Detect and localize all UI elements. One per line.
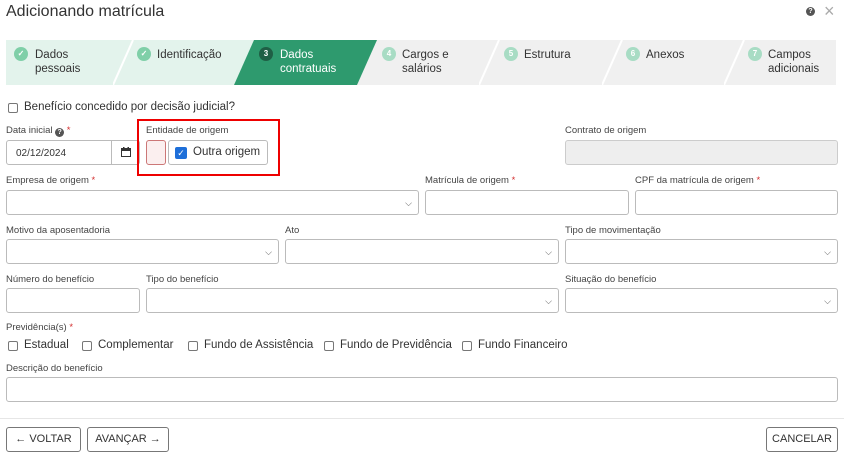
fundo-financeiro-label: Fundo Financeiro [478,339,568,351]
data-inicial-label: Data inicial ? * [6,125,71,137]
cpf-matricula-input[interactable] [635,190,838,215]
next-button[interactable]: AVANÇAR → [87,427,169,452]
outra-origem-checkbox[interactable]: ✓ [175,147,187,159]
step-number: 3 [259,47,273,61]
step-label: Anexos [646,49,685,61]
check-icon: ✓ [137,47,151,61]
fundo-assistencia-checkbox[interactable] [188,341,198,351]
tipo-beneficio-label: Tipo do benefício [146,274,219,285]
beneficio-judicial-label: Benefício concedido por decisão judicial… [24,101,235,113]
step-number: 6 [626,47,640,61]
window-title: Adicionando matrícula [6,3,165,20]
numero-beneficio-input[interactable] [6,288,140,313]
outra-origem-toggle[interactable]: ✓ Outra origem [168,140,268,165]
fundo-previdencia-label: Fundo de Previdência [340,339,452,351]
motivo-aposentadoria-label: Motivo da aposentadoria [6,225,111,236]
step-label: pessoais [35,63,81,75]
entidade-origem-label: Entidade de origem [146,125,229,136]
fundo-previdencia-checkbox[interactable] [324,341,334,351]
step-label: Dados [35,49,69,61]
beneficio-judicial-checkbox[interactable] [8,103,18,113]
empresa-origem-label: Empresa de origem * [6,175,96,186]
chevron-down-icon: ⌵ [824,246,831,257]
data-inicial-input[interactable]: 02/12/2024 [6,140,140,165]
step-number: 4 [382,47,396,61]
step-label: Estrutura [524,49,571,61]
fundo-financeiro-checkbox[interactable] [462,341,472,351]
empresa-origem-select[interactable]: ⌵ [6,190,419,215]
step-number: 5 [504,47,518,61]
info-icon[interactable]: ? [55,128,65,137]
tipo-movimentacao-label: Tipo de movimentação [565,225,661,236]
calendar-icon [121,147,131,157]
arrow-right-icon: → [149,433,161,445]
tipo-beneficio-select[interactable]: ⌵ [146,288,559,313]
previdencias-label: Previdência(s) * [6,322,74,333]
back-button[interactable]: ← VOLTAR [6,427,81,452]
ato-select[interactable]: ⌵ [285,239,559,264]
close-icon[interactable]: × [824,1,835,21]
cancel-button[interactable]: CANCELAR [766,427,838,452]
chevron-down-icon: ⌵ [824,295,831,306]
situacao-beneficio-select[interactable]: ⌵ [565,288,838,313]
previdencia-complementar-label: Complementar [98,339,174,351]
help-icon[interactable]: ? [806,7,815,16]
contrato-origem-label: Contrato de origem [565,125,647,136]
step-number: 7 [748,47,762,61]
calendar-button[interactable] [111,141,139,164]
previdencia-estadual-label: Estadual [24,339,69,351]
matricula-origem-input[interactable] [425,190,629,215]
step-label: Cargos e [402,49,449,61]
chevron-down-icon: ⌵ [545,246,552,257]
step-label: Dados [280,49,314,61]
previdencia-complementar-checkbox[interactable] [82,341,92,351]
motivo-aposentadoria-select[interactable]: ⌵ [6,239,279,264]
chevron-down-icon: ⌵ [545,295,552,306]
previdencia-estadual-checkbox[interactable] [8,341,18,351]
wizard-stepper: ✓ Dados pessoais ✓ Identificação 3 Dados… [6,40,836,85]
fundo-assistencia-label: Fundo de Assistência [204,339,314,351]
contrato-origem-input[interactable] [565,140,838,165]
chevron-down-icon: ⌵ [265,246,272,257]
ato-label: Ato [285,225,300,236]
step-label: contratuais [280,63,337,75]
step-campos-adicionais[interactable]: 7 Campos adicionais [724,40,836,85]
step-label: salários [402,63,442,75]
check-icon: ✓ [14,47,28,61]
cpf-matricula-label: CPF da matrícula de origem * [635,175,761,186]
step-label: adicionais [768,63,820,75]
entidade-origem-input[interactable] [146,140,166,165]
step-label: Identificação [157,49,222,61]
descricao-beneficio-input[interactable] [6,377,838,402]
matricula-origem-label: Matrícula de origem * [425,175,516,186]
chevron-down-icon: ⌵ [405,197,412,208]
outra-origem-label: Outra origem [193,146,261,158]
numero-beneficio-label: Número do benefício [6,274,95,285]
step-label: Campos [768,49,811,61]
arrow-left-icon: ← [15,433,27,445]
situacao-beneficio-label: Situação do benefício [565,274,657,285]
footer-divider [0,418,844,419]
tipo-movimentacao-select[interactable]: ⌵ [565,239,838,264]
descricao-beneficio-label: Descrição do benefício [6,363,103,374]
